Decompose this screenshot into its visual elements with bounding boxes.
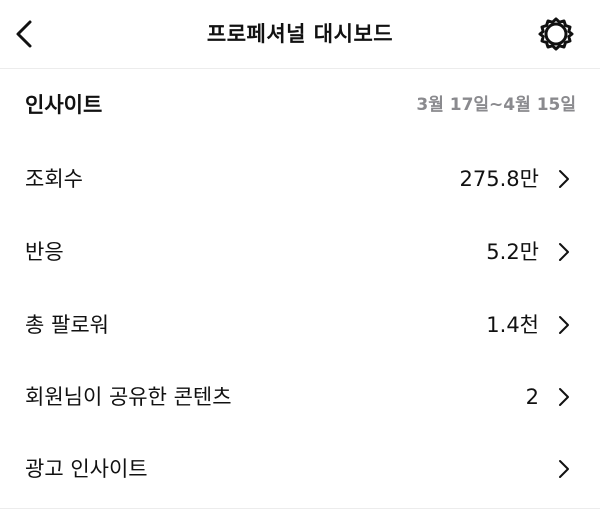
metric-row-views[interactable]: 조회수 275.8만 xyxy=(0,143,600,215)
metric-value: 5.2만 xyxy=(486,240,539,264)
settings-button[interactable] xyxy=(536,14,576,54)
page-title: 프로페셔널 대시보드 xyxy=(206,22,394,46)
chevron-right-icon xyxy=(559,388,569,406)
metric-label: 조회수 xyxy=(25,167,83,191)
divider xyxy=(0,508,600,509)
chevron-right-icon xyxy=(559,460,569,478)
section-title: 인사이트 xyxy=(25,93,103,117)
chevron-right-icon xyxy=(559,316,569,334)
metric-row-shared-content[interactable]: 회원님이 공유한 콘텐츠 2 xyxy=(0,361,600,433)
metric-label: 광고 인사이트 xyxy=(25,457,148,481)
metric-label: 총 팔로워 xyxy=(25,313,109,337)
date-range: 3월 17일~4월 15일 xyxy=(416,95,576,115)
chevron-right-icon xyxy=(559,243,569,261)
chevron-right-icon xyxy=(559,170,569,188)
metric-row-followers[interactable]: 총 팔로워 1.4천 xyxy=(0,289,600,361)
insights-section-header: 인사이트 3월 17일~4월 15일 xyxy=(0,68,600,142)
top-navigation-bar: 프로페셔널 대시보드 xyxy=(0,0,600,69)
metric-label: 회원님이 공유한 콘텐츠 xyxy=(25,385,232,409)
metric-value: 275.8만 xyxy=(459,167,539,191)
metric-value: 1.4천 xyxy=(486,313,539,337)
metric-label: 반응 xyxy=(25,240,64,264)
gear-icon xyxy=(538,17,574,51)
metric-value: 2 xyxy=(525,385,539,409)
chevron-left-icon xyxy=(16,20,32,48)
metric-row-reactions[interactable]: 반응 5.2만 xyxy=(0,216,600,288)
back-button[interactable] xyxy=(6,14,42,54)
metric-row-ad-insights[interactable]: 광고 인사이트 xyxy=(0,433,600,505)
